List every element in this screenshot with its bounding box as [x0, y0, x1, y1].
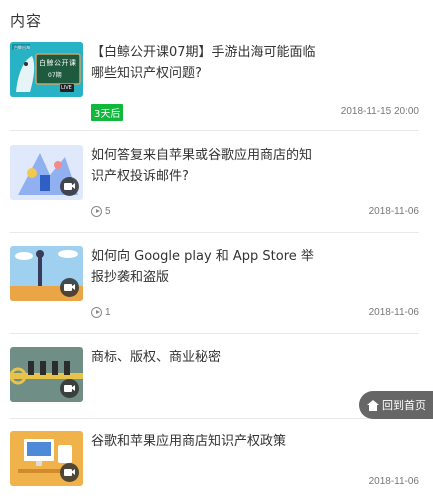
list-item[interactable]: 白鲸出海 白鲸公开课 07期 LIVE 【白鲸公开课07期】手游出海可能面临哪些… [10, 42, 419, 121]
item-title[interactable]: 如何向 Google play 和 App Store 举报抄袭和盗版 [91, 246, 321, 288]
video-icon [60, 278, 79, 297]
item-date: 2018-11-06 [368, 476, 419, 487]
view-count-value: 1 [105, 307, 111, 318]
item-date: 2018-11-06 [368, 206, 419, 217]
item-date: 2018-11-06 [368, 307, 419, 318]
back-to-home-label: 回到首页 [382, 399, 426, 412]
play-count-icon [91, 307, 102, 318]
view-count: 5 [91, 206, 111, 217]
item-thumbnail[interactable] [10, 145, 83, 200]
item-title[interactable]: 【白鲸公开课07期】手游出海可能面临哪些知识产权问题? [91, 42, 321, 84]
item-thumbnail[interactable] [10, 431, 83, 486]
list-item[interactable]: 如何向 Google play 和 App Store 举报抄袭和盗版 1 20… [10, 246, 419, 322]
divider [10, 232, 419, 233]
divider [10, 130, 419, 131]
item-thumbnail[interactable] [10, 246, 83, 301]
item-title[interactable]: 商标、版权、商业秘密 [91, 347, 321, 368]
back-to-home-button[interactable]: 回到首页 [359, 391, 433, 419]
status-badge: 3天后 [91, 104, 124, 121]
thumb-course-title: 白鲸公开课 [39, 59, 77, 67]
thumb-course-issue: 07期 [48, 72, 62, 79]
home-icon [367, 399, 379, 411]
item-thumbnail[interactable]: 白鲸出海 白鲸公开课 07期 LIVE [10, 42, 83, 97]
item-thumbnail[interactable] [10, 347, 83, 402]
video-icon [60, 177, 79, 196]
thumb-logo-text: 白鲸出海 [14, 45, 30, 50]
item-date: 2018-11-15 20:00 [340, 106, 419, 117]
item-title[interactable]: 谷歌和苹果应用商店知识产权政策 [91, 431, 321, 452]
list-item[interactable]: 谷歌和苹果应用商店知识产权政策 2018-11-06 [10, 431, 419, 493]
play-count-icon [91, 206, 102, 217]
video-icon [60, 463, 79, 482]
list-item[interactable]: 商标、版权、商业秘密 2018-11-06 [10, 347, 419, 409]
section-title: 内容 [10, 12, 43, 30]
view-count-value: 5 [105, 206, 111, 217]
view-count: 1 [91, 307, 111, 318]
video-icon [60, 379, 79, 398]
divider [10, 418, 419, 419]
thumb-live-label: LIVE [61, 85, 72, 91]
list-item[interactable]: 如何答复来自苹果或谷歌应用商店的知识产权投诉邮件? 5 2018-11-06 [10, 145, 419, 221]
divider [10, 333, 419, 334]
item-title[interactable]: 如何答复来自苹果或谷歌应用商店的知识产权投诉邮件? [91, 145, 321, 187]
